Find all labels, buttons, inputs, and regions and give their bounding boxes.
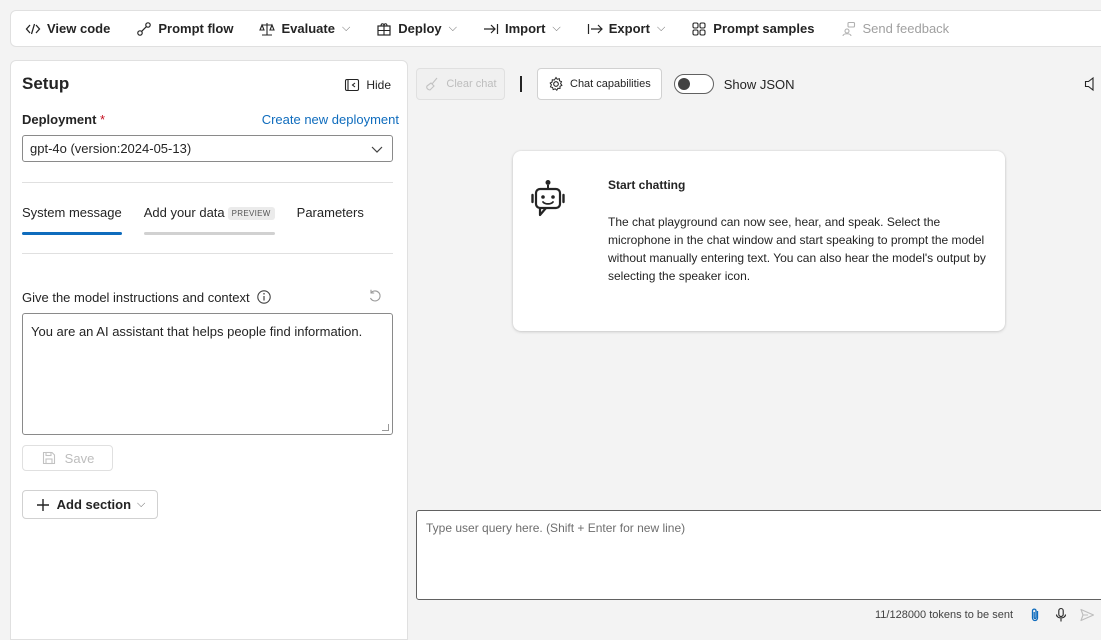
chevron-down-icon: ⌵ (448, 22, 457, 34)
info-icon[interactable] (256, 289, 272, 305)
toggle-knob (677, 78, 690, 90)
export-arrow-icon (587, 21, 603, 37)
scale-icon (259, 21, 276, 37)
setup-title: Setup (22, 74, 70, 93)
setup-tabs: System message Add your data PREVIEW Para… (22, 205, 386, 235)
import-label: Import (504, 21, 546, 36)
token-count: 11/128000 tokens to be sent (874, 609, 1013, 621)
add-section-label: Add section (56, 497, 132, 512)
tab-system-message[interactable]: System message (22, 205, 122, 235)
save-label: Save (64, 450, 95, 466)
add-section-button[interactable]: Add section ⌵ (22, 490, 158, 519)
evaluate-button[interactable]: Evaluate ⌵ (259, 21, 350, 37)
instructions-label: Give the model instructions and context (22, 289, 272, 305)
save-button[interactable]: Save (22, 445, 113, 471)
system-message-input[interactable]: You are an AI assistant that helps peopl… (22, 313, 393, 435)
user-query-input[interactable]: Type user query here. (Shift + Enter for… (416, 510, 1101, 600)
start-chatting-card: Start chatting The chat playground can n… (513, 151, 1005, 331)
cube-icon (376, 21, 392, 37)
system-message-text: You are an AI assistant that helps peopl… (31, 324, 363, 339)
bot-icon (531, 179, 565, 226)
send-feedback-button[interactable]: Send feedback (840, 21, 949, 37)
tab-label: System message (22, 205, 122, 220)
view-code-button[interactable]: View code (25, 21, 110, 37)
hide-label: Hide (366, 78, 391, 92)
deployment-label: Deployment * (22, 112, 105, 127)
input-placeholder: Type user query here. (Shift + Enter for… (426, 521, 686, 535)
panel-collapse-icon (344, 77, 360, 93)
deployment-select-value: gpt-4o (version:2024-05-13) (30, 141, 192, 156)
prompt-flow-button[interactable]: Prompt flow (136, 21, 233, 37)
attach-icon[interactable] (1027, 607, 1043, 623)
card-body: The chat playground can now see, hear, a… (608, 215, 986, 283)
reset-icon[interactable] (367, 288, 383, 304)
show-json-toggle[interactable] (673, 74, 714, 94)
deploy-button[interactable]: Deploy ⌵ (376, 21, 457, 37)
evaluate-label: Evaluate (281, 21, 335, 36)
top-toolbar: View code Prompt flow Evaluate ⌵ Deploy … (10, 10, 1101, 47)
export-button[interactable]: Export ⌵ (587, 21, 666, 37)
clear-chat-label: Clear chat (446, 78, 497, 90)
chevron-down-icon: ⌵ (341, 22, 351, 34)
person-feedback-icon (840, 21, 856, 37)
input-footer: 11/128000 tokens to be sent (416, 600, 1101, 630)
chat-toolbar: Clear chat Chat capabilities Show JSON (416, 68, 795, 100)
setup-panel: Setup Hide Deployment * Create new deplo… (10, 60, 408, 640)
chevron-down-icon: ⌵ (137, 498, 146, 510)
deploy-label: Deploy (398, 21, 442, 36)
tab-label: Add your data (143, 205, 225, 220)
export-label: Export (608, 21, 650, 36)
prompt-samples-label: Prompt samples (713, 21, 815, 36)
chat-capabilities-button[interactable]: Chat capabilities (537, 68, 662, 100)
required-mark: * (100, 112, 106, 127)
divider (22, 182, 393, 183)
tab-label: Parameters (296, 205, 364, 220)
import-button[interactable]: Import ⌵ (483, 21, 561, 37)
microphone-icon[interactable] (1053, 607, 1069, 623)
grid-icon (691, 21, 707, 37)
deployment-select[interactable]: gpt-4o (version:2024-05-13) (22, 135, 393, 162)
send-feedback-label: Send feedback (862, 21, 950, 36)
create-deployment-link[interactable]: Create new deployment (262, 112, 399, 127)
plus-icon (35, 497, 51, 513)
settings-cog-icon (548, 76, 564, 92)
broom-icon (424, 76, 440, 92)
view-code-label: View code (47, 21, 111, 36)
prompt-flow-label: Prompt flow (158, 21, 234, 36)
instructions-label-text: Give the model instructions and context (22, 289, 250, 305)
tab-add-your-data[interactable]: Add your data PREVIEW (143, 205, 275, 235)
divider (22, 253, 393, 254)
resize-handle[interactable] (382, 424, 389, 431)
import-arrow-icon (483, 21, 499, 37)
toolbar-separator (520, 76, 522, 92)
deployment-label-text: Deployment (22, 112, 97, 127)
chevron-down-icon: ⌵ (656, 22, 666, 34)
clear-chat-button[interactable]: Clear chat (416, 68, 505, 100)
send-icon[interactable] (1079, 607, 1095, 623)
prompt-samples-button[interactable]: Prompt samples (691, 21, 814, 37)
card-title: Start chatting (608, 178, 686, 192)
show-json-label: Show JSON (723, 76, 795, 92)
chevron-down-icon (369, 141, 385, 157)
hide-setup-button[interactable]: Hide (344, 77, 391, 93)
speaker-icon[interactable] (1083, 76, 1099, 92)
save-icon (41, 450, 57, 466)
tab-parameters[interactable]: Parameters (297, 205, 364, 235)
flow-icon (136, 21, 152, 37)
chat-capabilities-label: Chat capabilities (570, 78, 651, 90)
preview-badge: PREVIEW (227, 207, 275, 220)
code-icon (25, 21, 41, 37)
chevron-down-icon: ⌵ (552, 22, 561, 34)
